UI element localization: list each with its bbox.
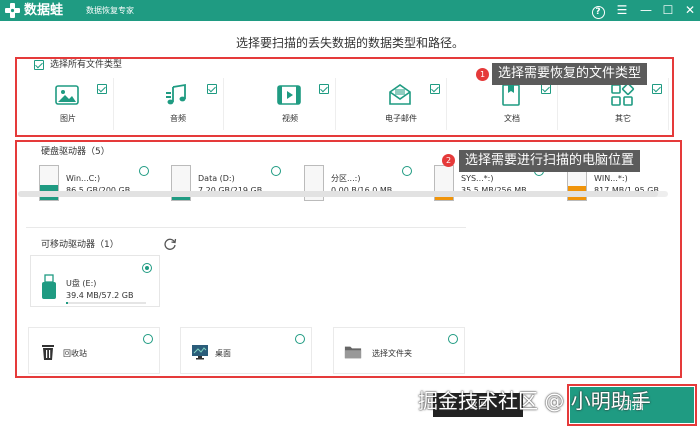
- location-radio[interactable]: [143, 334, 153, 344]
- file-type-image[interactable]: 图片: [22, 78, 114, 130]
- file-type-checkbox[interactable]: [430, 84, 440, 94]
- drive-radio[interactable]: [139, 166, 149, 176]
- scrollbar-thumb[interactable]: [18, 191, 658, 197]
- file-type-video[interactable]: 视频: [244, 78, 336, 130]
- file-type-label: 视频: [282, 114, 298, 123]
- select-all-file-types[interactable]: 选择所有文件类型: [34, 59, 122, 71]
- recycle-bin-icon: [42, 345, 54, 360]
- logo-icon: [5, 3, 20, 18]
- file-type-label: 图片: [60, 114, 76, 123]
- file-type-other[interactable]: 其它: [577, 78, 669, 130]
- refresh-icon[interactable]: [163, 237, 177, 251]
- desktop-icon: [192, 345, 208, 360]
- usb-drive-name: U盘 (E:): [66, 279, 97, 288]
- menu-button[interactable]: ☰: [614, 2, 630, 19]
- app-name: 数据蛙: [24, 3, 64, 18]
- drive-radio[interactable]: [271, 166, 281, 176]
- drive-radio[interactable]: [402, 166, 412, 176]
- mail-icon: [389, 84, 411, 105]
- maximize-button[interactable]: ☐: [660, 2, 676, 19]
- file-type-checkbox[interactable]: [319, 84, 329, 94]
- music-icon: [166, 83, 186, 105]
- location-radio[interactable]: [448, 334, 458, 344]
- file-type-label: 其它: [615, 114, 631, 123]
- drive-name: 分区...:): [331, 174, 361, 183]
- page-title: 选择要扫描的丢失数据的数据类型和路径。: [235, 36, 464, 50]
- usb-usage-bar: [66, 302, 146, 304]
- minimize-button[interactable]: —: [638, 2, 654, 19]
- file-type-email[interactable]: 电子邮件: [355, 78, 447, 130]
- file-type-audio[interactable]: 音频: [132, 78, 224, 130]
- callout-badge: 2: [442, 154, 455, 167]
- video-icon: [277, 85, 301, 105]
- callout-file-types: 选择需要恢复的文件类型: [492, 63, 648, 85]
- select-all-checkbox[interactable]: [34, 60, 44, 70]
- file-type-checkbox[interactable]: [207, 84, 217, 94]
- file-type-label: 文档: [504, 114, 520, 123]
- hard-drives-label: 硬盘驱动器（5）: [41, 147, 110, 157]
- divider: [26, 227, 466, 228]
- callout-badge: 1: [476, 68, 489, 81]
- location-desktop[interactable]: 桌面: [180, 327, 312, 374]
- callout-locations: 选择需要进行扫描的电脑位置: [459, 150, 641, 172]
- menu-icon: ☰: [616, 3, 628, 17]
- location-label: 桌面: [215, 349, 231, 358]
- location-recycle-bin[interactable]: 回收站: [28, 327, 160, 374]
- drive-name: Win...C:): [66, 174, 101, 183]
- removable-drives-label: 可移动驱动器（1）: [41, 240, 119, 250]
- document-icon: [502, 84, 520, 106]
- close-icon: ✕: [684, 3, 696, 17]
- usb-drive-radio[interactable]: [142, 263, 152, 273]
- location-label: 回收站: [63, 349, 87, 358]
- app-subtitle: 数据恢复专家: [86, 6, 134, 15]
- location-label: 选择文件夹: [372, 349, 412, 358]
- help-button[interactable]: ?: [590, 2, 606, 19]
- maximize-icon: ☐: [662, 3, 674, 17]
- usb-drive-card[interactable]: U盘 (E:) 39.4 MB/57.2 GB: [30, 255, 160, 307]
- drives-scrollbar[interactable]: [18, 191, 668, 197]
- image-icon: [55, 85, 79, 105]
- file-type-document[interactable]: 文档: [466, 78, 558, 130]
- minimize-icon: —: [640, 3, 652, 17]
- help-icon: ?: [591, 6, 605, 19]
- file-type-checkbox[interactable]: [652, 84, 662, 94]
- drive-name: SYS...*:): [461, 174, 494, 183]
- other-icon: [611, 82, 635, 106]
- drive-card[interactable]: Win...C:) 86.5 GB/200 GB: [31, 163, 156, 209]
- file-type-label: 电子邮件: [385, 114, 417, 123]
- file-type-label: 音频: [170, 114, 186, 123]
- drive-name: Data (D:): [198, 174, 235, 183]
- close-button[interactable]: ✕: [682, 2, 698, 19]
- file-type-checkbox[interactable]: [541, 84, 551, 94]
- title-bar: 数据蛙 数据恢复专家 ? ☰ — ☐ ✕: [0, 0, 700, 21]
- drive-name: WIN...*:): [594, 174, 628, 183]
- file-type-checkbox[interactable]: [97, 84, 107, 94]
- watermark: 掘金技术社区 @ 小明助手: [418, 389, 651, 413]
- location-choose-folder[interactable]: 选择文件夹: [333, 327, 465, 374]
- select-all-label: 选择所有文件类型: [50, 60, 123, 70]
- usb-drive-size: 39.4 MB/57.2 GB: [66, 291, 134, 300]
- location-radio[interactable]: [295, 334, 305, 344]
- folder-icon: [344, 346, 362, 359]
- drive-card[interactable]: Data (D:) 7.20 GB/219 GB: [163, 163, 288, 209]
- usb-usage-fill: [66, 302, 69, 304]
- usb-drive-icon: [42, 274, 56, 299]
